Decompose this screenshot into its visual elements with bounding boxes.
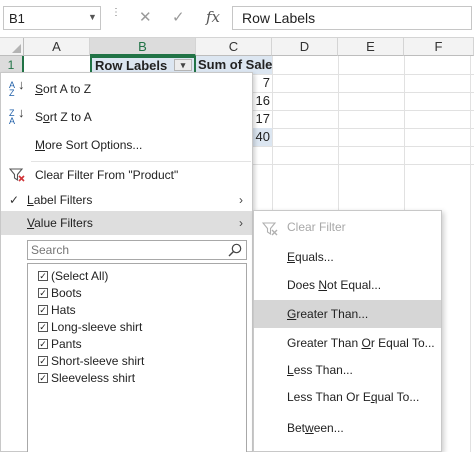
formula-input[interactable]: Row Labels — [232, 6, 472, 30]
list-item-label: Boots — [51, 286, 82, 300]
cell-c3[interactable]: 16 — [251, 92, 272, 110]
list-item[interactable]: ✓ (Select All) — [38, 268, 108, 285]
name-box-value[interactable]: B1 — [9, 11, 25, 26]
checkbox-checked-icon[interactable]: ✓ — [38, 304, 48, 315]
list-item-label: (Select All) — [51, 269, 109, 283]
column-header-c[interactable]: C — [196, 38, 272, 56]
filter-does-not-equal-label: Does Not Equal... — [287, 278, 382, 292]
list-item[interactable]: ✓ Pants — [38, 336, 82, 353]
clear-filter-icon — [261, 219, 280, 236]
clear-filter-from-product[interactable]: Clear Filter From "Product" — [1, 163, 252, 187]
more-sort-options[interactable]: More Sort Options... — [1, 133, 252, 157]
cell-c2[interactable]: 7 — [251, 74, 272, 92]
autofilter-menu: A Z ↓ Sort A to Z Z A ↓ Sort Z to A More Sor… — [0, 72, 253, 452]
list-item-label: Long-sleeve shirt — [51, 320, 143, 334]
checkbox-checked-icon[interactable]: ✓ — [38, 270, 48, 281]
column-header-b[interactable]: B — [90, 38, 196, 56]
list-item-label: Hats — [51, 303, 76, 317]
checkmark-icon: ✓ — [9, 193, 20, 207]
filter-less-than-or-equal[interactable]: Less Than Or Equal To... — [254, 383, 441, 411]
filter-greater-than[interactable]: Greater Than... — [254, 300, 441, 328]
cell-c4[interactable]: 17 — [251, 110, 272, 128]
sort-ascending-icon: A Z ↓ — [9, 77, 25, 98]
checkbox-checked-icon[interactable]: ✓ — [38, 355, 48, 366]
column-header-f[interactable]: F — [404, 38, 474, 56]
filter-greater-than-or-equal-label: Greater Than Or Equal To... — [287, 336, 435, 350]
filter-equals-label: Equals... — [287, 250, 334, 264]
list-item[interactable]: ✓ Short-sleeve shirt — [38, 353, 144, 370]
name-box[interactable]: B1 ▼ — [3, 6, 101, 30]
sort-descending-icon: Z A ↓ — [9, 105, 25, 126]
filter-equals[interactable]: Equals... — [254, 243, 441, 271]
filter-values-list: ✓ (Select All) ✓ Boots ✓ Hats ✓ Long-sleeve … — [27, 263, 247, 452]
clear-filter-icon — [8, 167, 27, 183]
search-icon[interactable] — [227, 242, 243, 258]
insert-function-icon[interactable]: fx — [206, 8, 220, 26]
filter-less-than-label: Less Than... — [287, 363, 353, 377]
column-header-a[interactable]: A — [24, 38, 90, 56]
enter-icon[interactable]: ✓ — [172, 8, 185, 26]
formula-bar: B1 ▼ ⋮ ✕ ✓ fx Row Labels — [0, 0, 474, 38]
more-sort-options-label: More Sort Options... — [35, 138, 143, 152]
select-all-corner[interactable] — [0, 38, 24, 56]
label-filters-label: Label Filters — [27, 193, 93, 207]
cell-c5[interactable]: 40 — [251, 128, 272, 146]
sort-a-to-z[interactable]: A Z ↓ Sort A to Z — [1, 77, 252, 101]
cancel-icon[interactable]: ✕ — [139, 8, 152, 26]
filter-dropdown-button[interactable]: ▾ — [174, 59, 192, 71]
chevron-right-icon: › — [239, 193, 243, 207]
menu-separator — [31, 161, 251, 162]
sort-a-to-z-label: Sort A to Z — [35, 82, 92, 96]
checkbox-checked-icon[interactable]: ✓ — [38, 287, 48, 298]
checkbox-checked-icon[interactable]: ✓ — [38, 321, 48, 332]
column-header-d[interactable]: D — [272, 38, 338, 56]
list-item[interactable]: ✓ Long-sleeve shirt — [38, 319, 142, 336]
clear-filter-label: Clear Filter — [287, 220, 346, 234]
formula-value[interactable]: Row Labels — [242, 10, 315, 26]
list-item-label: Sleeveless shirt — [51, 371, 136, 385]
chevron-down-icon[interactable]: ▼ — [88, 12, 97, 22]
row-labels-header: Row Labels — [95, 58, 168, 73]
column-header-e[interactable]: E — [338, 38, 404, 56]
filter-between-label: Between... — [287, 421, 344, 435]
filter-less-than-or-equal-label: Less Than Or Equal To... — [287, 390, 420, 404]
checkbox-checked-icon[interactable]: ✓ — [38, 338, 48, 349]
search-input[interactable] — [31, 243, 221, 257]
list-item[interactable]: ✓ Sleeveless shirt — [38, 370, 135, 387]
filter-greater-than-or-equal[interactable]: Greater Than Or Equal To... — [254, 329, 441, 357]
label-filters[interactable]: ✓ Label Filters › — [1, 188, 252, 212]
list-item[interactable]: ✓ Hats — [38, 302, 76, 319]
chevron-right-icon: › — [239, 216, 243, 230]
value-filters[interactable]: Value Filters › — [1, 211, 252, 235]
filter-does-not-equal[interactable]: Does Not Equal... — [254, 271, 441, 299]
gridline — [470, 56, 471, 452]
filter-between[interactable]: Between... — [254, 414, 441, 442]
list-item-label: Pants — [51, 337, 82, 351]
clear-value-filter[interactable]: Clear Filter — [254, 213, 441, 241]
list-item[interactable]: ✓ Boots — [38, 285, 82, 302]
value-filters-label: Value Filters — [27, 216, 93, 230]
sort-z-to-a-label: Sort Z to A — [35, 110, 92, 124]
drag-handle-icon[interactable]: ⋮ — [111, 8, 121, 26]
sort-z-to-a[interactable]: Z A ↓ Sort Z to A — [1, 105, 252, 129]
value-filters-submenu: Clear Filter Equals... Does Not Equal...… — [253, 210, 442, 452]
filter-greater-than-label: Greater Than... — [287, 307, 369, 321]
filter-less-than[interactable]: Less Than... — [254, 356, 441, 384]
list-item-label: Short-sleeve shirt — [51, 354, 145, 368]
clear-filter-label: Clear Filter From "Product" — [35, 168, 179, 182]
checkbox-checked-icon[interactable]: ✓ — [38, 372, 48, 383]
search-box[interactable] — [27, 240, 247, 260]
corner-triangle-icon — [12, 44, 21, 53]
